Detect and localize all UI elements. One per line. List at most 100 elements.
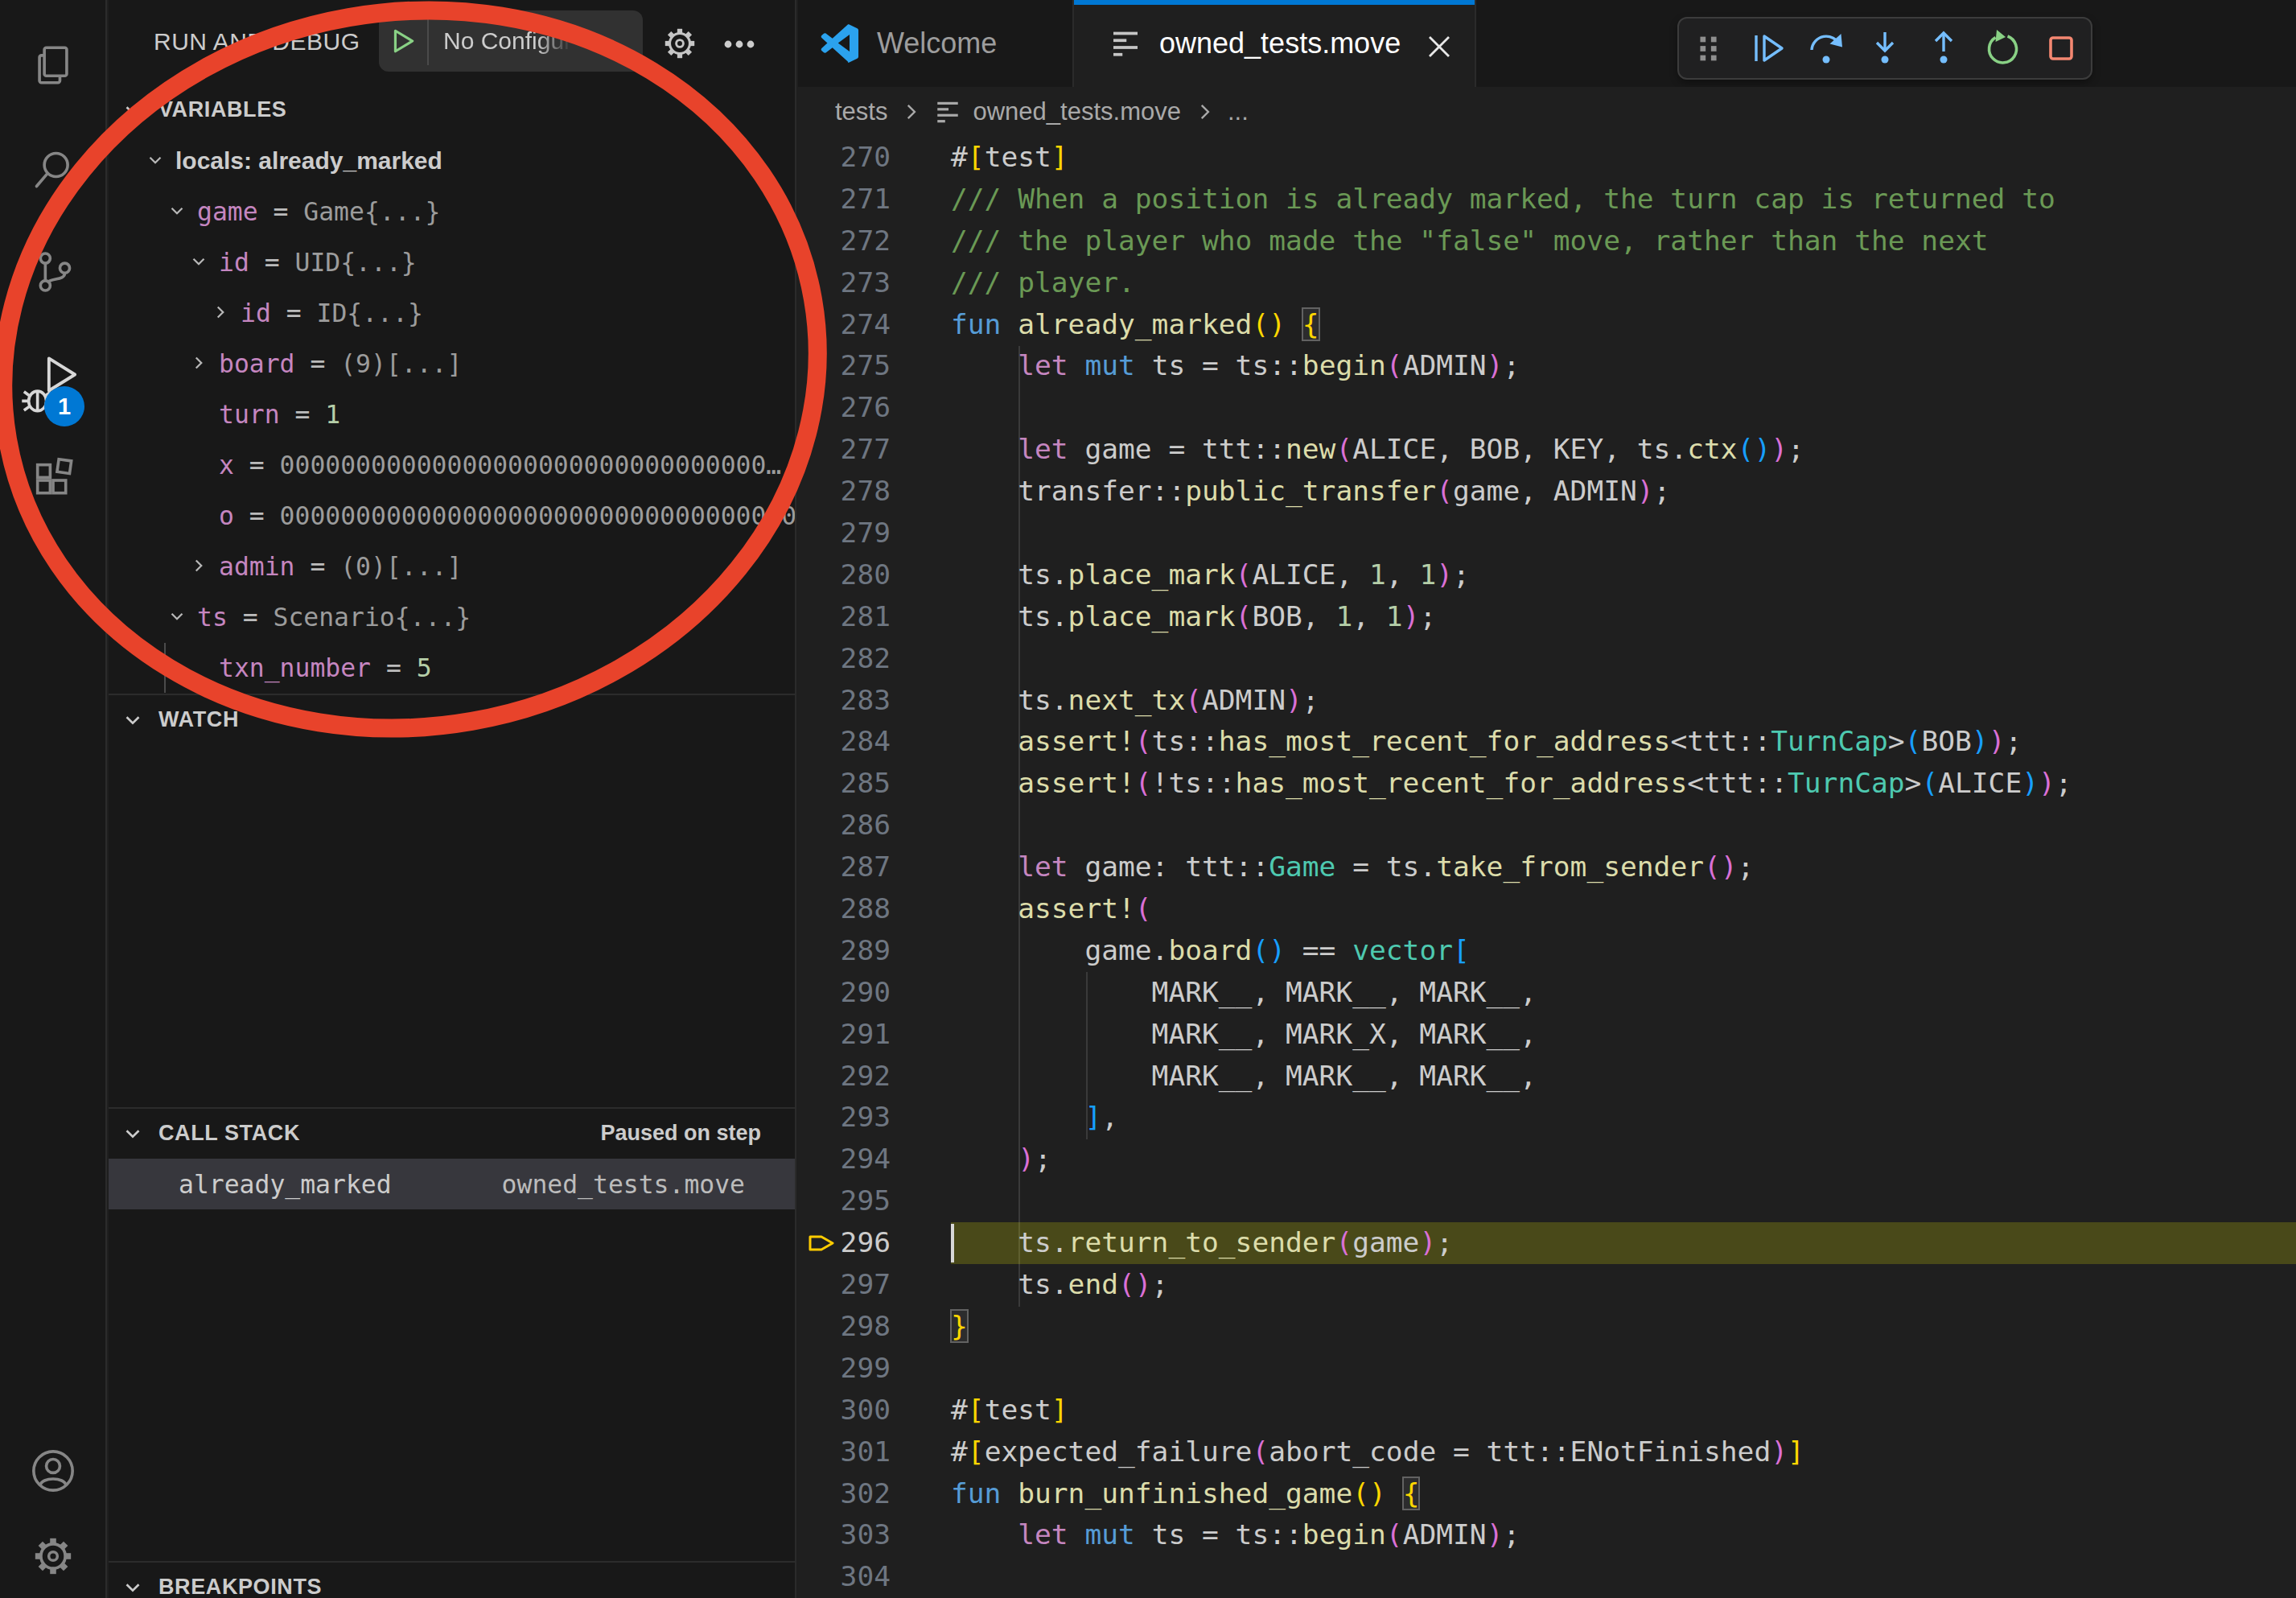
line-number[interactable]: 291 [798, 1014, 951, 1056]
activitybar-extensions[interactable] [0, 439, 105, 522]
line-number[interactable]: 298 [798, 1306, 951, 1348]
variable-row[interactable]: txn_number = 5 [109, 642, 795, 693]
line-number[interactable]: 296 [798, 1222, 951, 1264]
variable-row[interactable]: game = Game{...} [109, 186, 795, 237]
code-line[interactable]: #[expected_failure(abort_code = ttt::ENo… [951, 1431, 2296, 1473]
code-line[interactable]: } [951, 1306, 2296, 1348]
start-debug-button[interactable] [379, 10, 427, 72]
line-number[interactable]: 275 [798, 345, 951, 387]
line-number[interactable]: 270 [798, 137, 951, 179]
activitybar-run-and-debug[interactable]: 1 [0, 336, 105, 420]
variable-row[interactable]: admin = (0)[...] [109, 541, 795, 591]
code-line[interactable]: assert!( [951, 888, 2296, 930]
code-line[interactable]: MARK__, MARK__, MARK__, [951, 1056, 2296, 1098]
line-number[interactable]: 299 [798, 1348, 951, 1390]
debug-settings-button[interactable] [657, 21, 702, 66]
section-breakpoints[interactable]: BREAKPOINTS [109, 1561, 795, 1598]
line-number[interactable]: 284 [798, 721, 951, 763]
code-line[interactable]: ts.return_to_sender(game); [951, 1222, 2296, 1264]
code-line[interactable]: /// the player who made the "false" move… [951, 220, 2296, 262]
line-number[interactable]: 285 [798, 763, 951, 805]
debug-step-into-button[interactable] [1855, 17, 1914, 80]
code-line[interactable] [951, 638, 2296, 680]
variable-row[interactable]: ts = Scenario{...} [109, 591, 795, 642]
code-line[interactable]: /// player. [951, 262, 2296, 304]
code-line[interactable]: let game = ttt::new(ALICE, BOB, KEY, ts.… [951, 429, 2296, 471]
code-line[interactable]: ts.place_mark(ALICE, 1, 1); [951, 554, 2296, 596]
code-line[interactable]: #[test] [951, 1390, 2296, 1431]
line-number[interactable]: 282 [798, 638, 951, 680]
line-number[interactable]: 303 [798, 1514, 951, 1556]
line-number[interactable]: 301 [798, 1431, 951, 1473]
code-line[interactable] [951, 387, 2296, 429]
code-line[interactable]: ts.next_tx(ADMIN); [951, 680, 2296, 722]
more-actions-button[interactable] [717, 21, 762, 66]
line-number[interactable]: 273 [798, 262, 951, 304]
code-editor[interactable]: 2702712722732742752762772782792802812822… [798, 137, 2296, 1598]
activitybar-source-control[interactable] [0, 230, 105, 314]
code-line[interactable] [951, 1348, 2296, 1390]
debug-stop-button[interactable] [2031, 17, 2090, 80]
debug-config-dropdown[interactable]: No Configurations [379, 10, 643, 72]
code-line[interactable]: ], [951, 1097, 2296, 1139]
callstack-frame-row[interactable]: already_marked owned_tests.move [109, 1159, 795, 1209]
variable-row[interactable]: turn = 1 [109, 389, 795, 439]
code-line[interactable]: MARK__, MARK_X, MARK__, [951, 1014, 2296, 1056]
code-line[interactable]: assert!(!ts::has_most_recent_for_address… [951, 763, 2296, 805]
code-line[interactable]: game.board() == vector[ [951, 930, 2296, 972]
line-number[interactable]: 302 [798, 1473, 951, 1515]
code-line[interactable] [951, 513, 2296, 554]
line-number[interactable]: 300 [798, 1390, 951, 1431]
variable-row[interactable]: id = UID{...} [109, 237, 795, 287]
code-line[interactable]: assert!(ts::has_most_recent_for_address<… [951, 721, 2296, 763]
line-number[interactable]: 288 [798, 888, 951, 930]
section-variables[interactable]: VARIABLES [109, 84, 795, 135]
activitybar-settings[interactable] [0, 1514, 105, 1598]
line-number[interactable]: 292 [798, 1056, 951, 1098]
editor-content[interactable]: #[test]/// When a position is already ma… [951, 137, 2296, 1598]
variable-row[interactable]: board = (9)[...] [109, 338, 795, 389]
code-line[interactable]: ts.end(); [951, 1264, 2296, 1306]
section-call-stack[interactable]: CALL STACK Paused on step [109, 1107, 795, 1158]
debug-step-out-button[interactable] [1914, 17, 1973, 80]
variable-row[interactable]: x = 00000000000000000000000000000000… [109, 439, 795, 490]
line-number[interactable]: 271 [798, 179, 951, 220]
tab-owned-tests[interactable]: owned_tests.move [1074, 0, 1476, 87]
line-number[interactable]: 290 [798, 972, 951, 1014]
line-number[interactable]: 280 [798, 554, 951, 596]
line-number[interactable]: 294 [798, 1139, 951, 1180]
code-line[interactable]: transfer::public_transfer(game, ADMIN); [951, 471, 2296, 513]
code-line[interactable]: /// When a position is already marked, t… [951, 179, 2296, 220]
line-number[interactable]: 293 [798, 1097, 951, 1139]
code-line[interactable]: ts.place_mark(BOB, 1, 1); [951, 596, 2296, 638]
debug-continue-button[interactable] [1738, 17, 1796, 80]
code-line[interactable]: fun already_marked() { [951, 304, 2296, 346]
line-number[interactable]: 278 [798, 471, 951, 513]
tab-close-button[interactable] [1423, 31, 1455, 63]
code-line[interactable]: let mut ts = ts::begin(ADMIN); [951, 345, 2296, 387]
debug-restart-button[interactable] [1973, 17, 2031, 80]
tab-welcome[interactable]: Welcome [798, 0, 1074, 87]
debug-step-over-button[interactable] [1796, 17, 1855, 80]
code-line[interactable] [951, 1180, 2296, 1222]
line-number[interactable]: 283 [798, 680, 951, 722]
breadcrumb-item-file[interactable]: owned_tests.move [973, 97, 1180, 126]
scope-row[interactable]: locals: already_marked [109, 135, 795, 186]
line-number[interactable]: 279 [798, 513, 951, 554]
line-number[interactable]: 295 [798, 1180, 951, 1222]
section-watch[interactable]: WATCH [109, 694, 795, 744]
line-number[interactable]: 286 [798, 805, 951, 846]
code-line[interactable]: #[test] [951, 137, 2296, 179]
variable-row[interactable]: o = 000000000000000000000000000000000000 [109, 490, 795, 541]
code-line[interactable]: fun burn_unfinished_game() { [951, 1473, 2296, 1515]
code-line[interactable] [951, 805, 2296, 846]
code-line[interactable] [951, 1556, 2296, 1598]
line-number[interactable]: 289 [798, 930, 951, 972]
debug-drag-handle[interactable] [1679, 17, 1738, 80]
line-number[interactable]: 304 [798, 1556, 951, 1598]
line-number[interactable]: 287 [798, 846, 951, 888]
line-number[interactable]: 276 [798, 387, 951, 429]
code-line[interactable]: let game: ttt::Game = ts.take_from_sende… [951, 846, 2296, 888]
activitybar-accounts[interactable] [0, 1429, 105, 1513]
code-line[interactable]: MARK__, MARK__, MARK__, [951, 972, 2296, 1014]
